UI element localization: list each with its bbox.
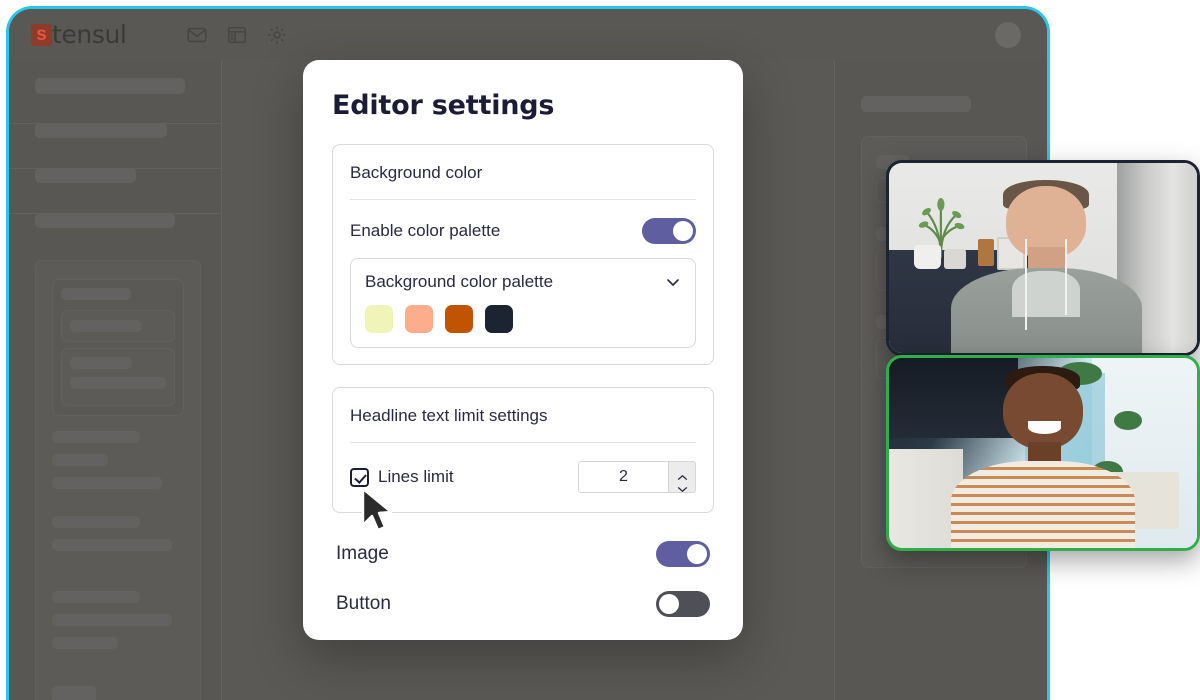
skeleton-bar [70,320,142,332]
scene-plant [1113,411,1142,431]
sidebar-panel [35,260,201,700]
toggle-knob [659,594,679,614]
video-feed-1 [889,163,1197,353]
skeleton-bar [52,686,96,700]
enable-color-palette-row[interactable]: Enable color palette [350,200,696,258]
user-avatar[interactable] [995,22,1021,48]
scene-planter-small [944,248,966,270]
lines-limit-stepper[interactable]: 2 [578,461,696,493]
skeleton-bar [61,288,131,300]
skeleton-block [61,348,175,406]
skeleton-bar [52,477,162,489]
person-smile [1027,420,1062,434]
palette-select-head[interactable]: Background color palette [365,272,681,292]
video-feed-2 [889,358,1197,548]
background-color-palette-select[interactable]: Background color palette [350,258,696,348]
skeleton-bar [35,78,185,94]
logo-wordmark: tensul [52,20,127,49]
headline-limit-heading: Headline text limit settings [350,388,696,443]
palette-swatches [365,305,681,333]
skeleton-bar [70,357,132,369]
swatch-peach[interactable] [405,305,433,333]
template-icon[interactable] [226,24,248,46]
enable-color-palette-toggle[interactable] [642,218,696,244]
skeleton-bar [861,96,971,112]
button-toggle-label: Button [336,593,391,614]
person-head [1002,373,1084,450]
stensul-logo[interactable]: s tensul [31,20,127,50]
lines-limit-label: Lines limit [378,467,454,486]
logo-badge: s [31,23,52,46]
header-icon-group [186,24,288,46]
stepper-arrows [669,462,695,492]
skeleton-bar [35,168,136,183]
gear-icon[interactable] [266,24,288,46]
video-tile-participant-1[interactable] [886,160,1200,356]
image-toggle[interactable] [656,541,710,567]
scene-ceiling [889,358,1019,438]
skeleton-bar [52,591,140,603]
chevron-down-icon[interactable] [665,274,681,290]
stepper-down-arrow[interactable] [677,480,688,492]
skeleton-bar [52,516,140,528]
lines-limit-row: Lines limit 2 [350,443,696,512]
background-color-heading: Background color [350,145,696,200]
screenshot-stage: s tensul Editor settings Background colo… [0,0,1200,700]
skeleton-bar [52,637,118,649]
skeleton-block [61,310,175,342]
swatch-pale-yellow[interactable] [365,305,393,333]
lines-limit-control[interactable]: Lines limit [350,467,454,487]
enable-color-palette-label: Enable color palette [350,221,501,240]
scene-planter [913,244,942,270]
toggle-knob [687,544,707,564]
bottom-toggle-list: Image Button [332,535,714,623]
skeleton-bar [70,377,166,389]
swatch-dark-navy[interactable] [485,305,513,333]
button-toggle-row[interactable]: Button [336,585,710,623]
scene-jar [978,239,994,266]
skeleton-bar [35,213,175,228]
headline-text-limit-card: Headline text limit settings Lines limit… [332,387,714,513]
lines-limit-checkbox[interactable] [350,467,369,487]
skeleton-bar [52,431,140,443]
image-toggle-row[interactable]: Image [336,535,710,573]
skeleton-bar [52,454,108,466]
palette-select-label: Background color palette [365,272,554,291]
video-tile-participant-2[interactable] [886,355,1200,551]
app-header: s tensul [9,9,1047,61]
lines-limit-value[interactable]: 2 [579,462,669,492]
button-toggle[interactable] [656,591,710,617]
earbud-cord [1024,239,1027,331]
dialog-title: Editor settings [332,90,555,121]
earbud-cord [1064,239,1067,315]
mail-icon[interactable] [186,24,208,46]
sidebar-sub-panel [52,279,184,416]
editor-settings-dialog: Editor settings Background color Enable … [303,60,743,640]
person-striped-shirt [950,460,1136,548]
toggle-knob [673,221,693,241]
left-sidebar [9,60,221,700]
person-undershirt [1012,271,1080,317]
swatch-burnt-orange[interactable] [445,305,473,333]
skeleton-bar [52,614,172,626]
background-color-card: Background color Enable color palette Ba… [332,144,714,365]
skeleton-bar [35,123,167,138]
stepper-up-arrow[interactable] [677,468,688,480]
image-toggle-label: Image [336,543,389,564]
skeleton-bar [52,539,172,551]
